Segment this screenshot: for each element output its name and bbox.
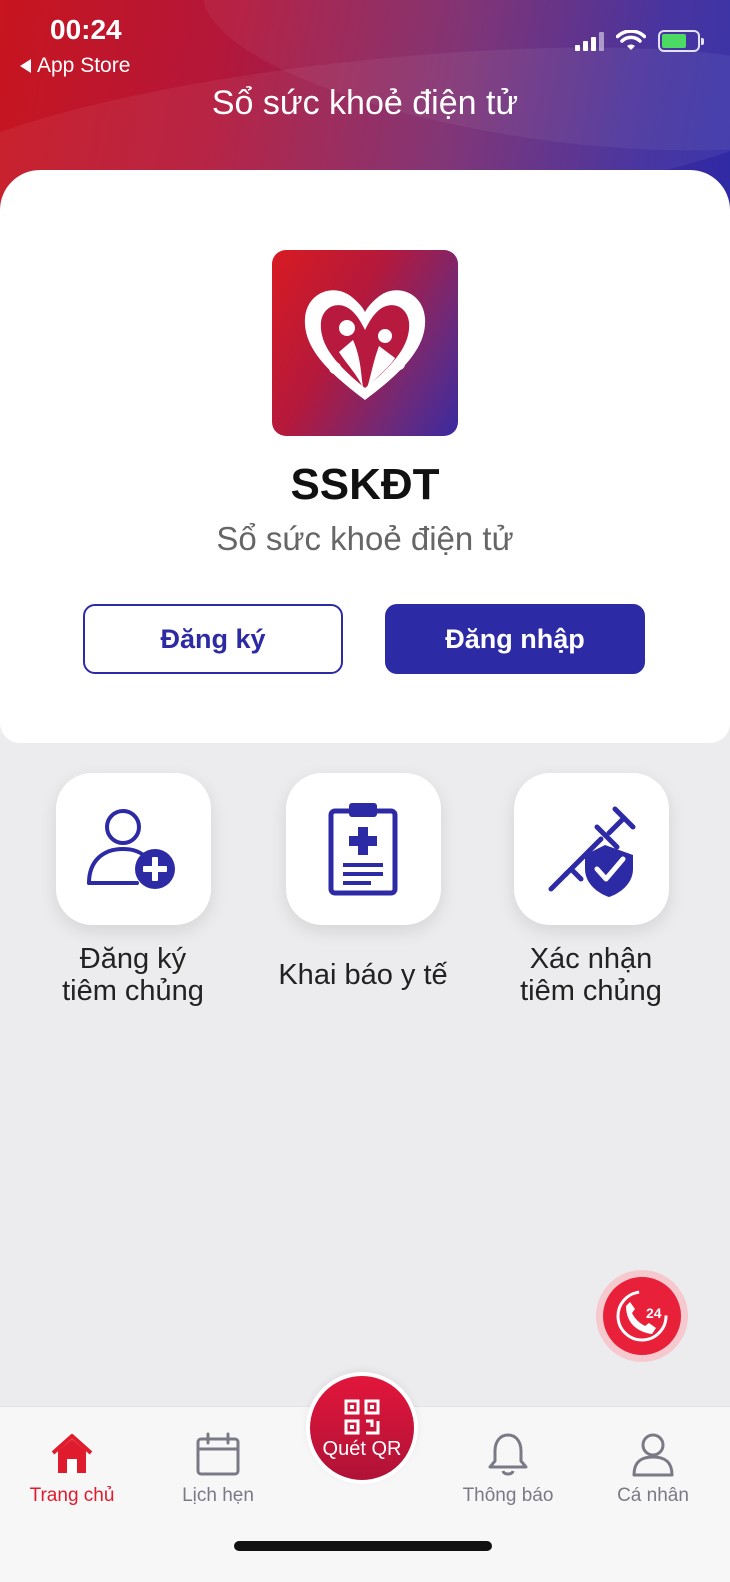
back-to-app-store[interactable]: App Store — [20, 54, 130, 78]
status-icons — [575, 30, 704, 52]
tab-home[interactable]: Trang chủ — [7, 1421, 137, 1507]
medical-clipboard-icon — [328, 803, 398, 896]
qr-code-icon — [344, 1399, 380, 1434]
feature-label: Khai báo y tế — [278, 959, 448, 991]
hotline-inner[interactable]: 24 — [603, 1277, 681, 1355]
cellular-signal-icon — [575, 31, 604, 51]
tab-appointments[interactable]: Lịch hẹn — [153, 1421, 283, 1507]
app-logo — [272, 250, 458, 436]
battery-icon — [658, 30, 704, 52]
feature-label: Đăng ký tiêm chủng — [62, 943, 204, 1007]
add-user-icon — [87, 809, 175, 889]
page-title: Sổ sức khoẻ điện tử — [211, 84, 519, 122]
feature-tile[interactable] — [55, 773, 211, 925]
feature-vaccination-confirmation[interactable]: Xác nhận tiêm chủng — [496, 773, 686, 1007]
bell-icon — [488, 1433, 528, 1476]
tab-notifications[interactable]: Thông báo — [443, 1421, 573, 1507]
heart-family-icon — [304, 290, 426, 400]
back-arrow-icon — [20, 59, 31, 73]
hotline-button[interactable]: 24 — [596, 1270, 688, 1362]
scan-qr-inner[interactable]: Quét QR — [310, 1376, 414, 1480]
register-button[interactable]: Đăng ký — [83, 604, 343, 674]
feature-tile[interactable] — [285, 773, 441, 925]
scan-qr-label: Quét QR — [322, 1437, 402, 1460]
app-name: SSKĐT — [290, 460, 440, 509]
login-button[interactable]: Đăng nhập — [385, 604, 645, 674]
home-icon — [51, 1434, 93, 1473]
status-time: 00:24 — [50, 14, 122, 45]
calendar-icon — [196, 1432, 240, 1476]
feature-label: Xác nhận tiêm chủng — [520, 943, 662, 1007]
app-subtitle: Sổ sức khoẻ điện tử — [216, 520, 514, 557]
tab-label: Cá nhân — [617, 1485, 689, 1506]
feature-register-vaccination[interactable]: Đăng ký tiêm chủng — [38, 773, 228, 1007]
svg-text:24: 24 — [646, 1305, 662, 1321]
wifi-icon — [616, 30, 646, 50]
scan-qr-button[interactable]: Quét QR — [306, 1372, 418, 1484]
tab-label: Trang chủ — [29, 1485, 115, 1506]
feature-health-declaration[interactable]: Khai báo y tế — [268, 773, 458, 991]
intro-card: SSKĐT Sổ sức khoẻ điện tử Đăng ký Đăng n… — [0, 170, 730, 743]
tab-profile[interactable]: Cá nhân — [588, 1421, 718, 1507]
user-icon — [632, 1433, 674, 1477]
back-label: App Store — [37, 54, 131, 77]
feature-tile[interactable] — [513, 773, 669, 925]
phone-24-icon: 24 — [616, 1290, 668, 1342]
vaccine-shield-icon — [548, 806, 636, 897]
tab-label: Lịch hẹn — [182, 1485, 254, 1506]
home-indicator — [234, 1541, 492, 1551]
tab-label: Thông báo — [462, 1485, 554, 1506]
